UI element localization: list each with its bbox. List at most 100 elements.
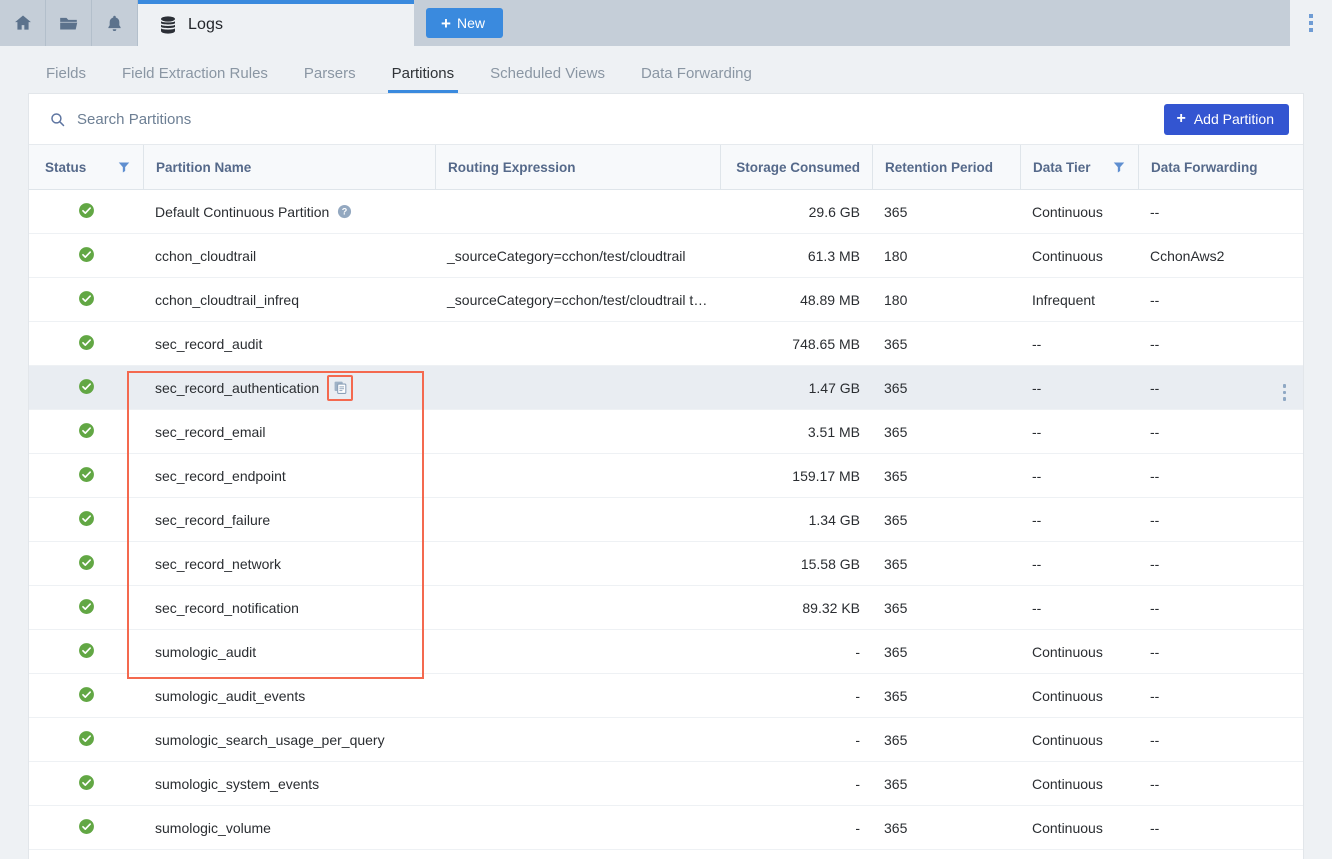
- cell-actions: [1266, 806, 1303, 850]
- home-icon[interactable]: [0, 0, 46, 46]
- cell-partition-name: sec_record_network: [143, 542, 435, 586]
- cell-status: [29, 410, 143, 454]
- filter-icon[interactable]: [1112, 160, 1126, 174]
- cell-data-tier: --: [1020, 454, 1138, 498]
- cell-data-tier: --: [1020, 498, 1138, 542]
- cell-status: [29, 454, 143, 498]
- tab-logs[interactable]: Logs: [138, 0, 414, 46]
- tab-field-extraction-rules[interactable]: Field Extraction Rules: [104, 65, 286, 93]
- cell-storage-consumed: 29.6 GB: [720, 190, 872, 234]
- cell-data-forwarding: CchonAws2: [1138, 234, 1266, 278]
- table-row[interactable]: sumologic_volume -365Continuous--: [29, 806, 1303, 850]
- cell-status: [29, 498, 143, 542]
- cell-routing-expression: _sourceCategory=cchon/test/cloudtrail: [435, 234, 720, 278]
- filter-icon[interactable]: [117, 160, 131, 174]
- cell-partition-name: sumologic_volume: [143, 806, 435, 850]
- cell-status: [29, 278, 143, 322]
- partition-name-text: cchon_cloudtrail: [155, 248, 256, 264]
- table-row[interactable]: sumologic_system_events -365Continuous--: [29, 762, 1303, 806]
- folder-icon[interactable]: [46, 0, 92, 46]
- table-row[interactable]: sumologic_search_usage_per_query -365Con…: [29, 718, 1303, 762]
- table-row[interactable]: sec_record_email 3.51 MB365----: [29, 410, 1303, 454]
- cell-retention-period: 365: [872, 630, 1020, 674]
- cell-storage-consumed: 748.65 MB: [720, 322, 872, 366]
- row-actions-menu[interactable]: [1283, 384, 1287, 401]
- cell-retention-period: 365: [872, 366, 1020, 410]
- partition-name-text: sumologic_volume: [155, 820, 271, 836]
- column-header-retention-period[interactable]: Retention Period: [872, 145, 1020, 190]
- table-row[interactable]: sumologic_audit -365Continuous--: [29, 630, 1303, 674]
- cell-data-forwarding: --: [1138, 718, 1266, 762]
- tab-partitions[interactable]: Partitions: [374, 65, 473, 93]
- cell-data-tier: --: [1020, 366, 1138, 410]
- status-ok-icon: [78, 642, 95, 659]
- cell-actions: [1266, 278, 1303, 322]
- copy-partition-icon[interactable]: [327, 375, 353, 401]
- cell-storage-consumed: 1.34 GB: [720, 498, 872, 542]
- table-row[interactable]: sec_record_endpoint 159.17 MB365----: [29, 454, 1303, 498]
- cell-data-forwarding: --: [1138, 806, 1266, 850]
- partition-name-text: sec_record_endpoint: [155, 468, 286, 484]
- column-header-routing-expression[interactable]: Routing Expression: [435, 145, 720, 190]
- table-row[interactable]: Default Continuous Partition ? 29.6 GB36…: [29, 190, 1303, 234]
- table-row[interactable]: sec_record_notification 89.32 KB365----: [29, 586, 1303, 630]
- tab-scheduled-views[interactable]: Scheduled Views: [472, 65, 623, 93]
- status-ok-icon: [78, 334, 95, 351]
- search-container: [49, 111, 1164, 128]
- cell-retention-period: 365: [872, 498, 1020, 542]
- status-ok-icon: [78, 818, 95, 835]
- tab-parsers[interactable]: Parsers: [286, 65, 374, 93]
- cell-data-tier: Infrequent: [1020, 278, 1138, 322]
- cell-routing-expression: [435, 498, 720, 542]
- cell-routing-expression: _sourceCategory=cchon/test/cloudtrail ti…: [435, 278, 720, 322]
- partition-name-text: Default Continuous Partition: [155, 204, 329, 220]
- search-input[interactable]: [77, 111, 497, 128]
- cell-status: [29, 366, 143, 410]
- status-ok-icon: [78, 202, 95, 219]
- table-row[interactable]: sumologic_audit_events -365Continuous--: [29, 674, 1303, 718]
- column-header-status[interactable]: Status: [29, 145, 143, 190]
- tab-fields[interactable]: Fields: [28, 65, 104, 93]
- bell-icon[interactable]: [92, 0, 138, 46]
- cell-actions: [1266, 498, 1303, 542]
- cell-storage-consumed: 3.51 MB: [720, 410, 872, 454]
- cell-actions: [1266, 190, 1303, 234]
- partitions-table: Status Partition Name: [29, 145, 1303, 850]
- cell-routing-expression: [435, 630, 720, 674]
- cell-storage-consumed: 15.58 GB: [720, 542, 872, 586]
- cell-status: [29, 718, 143, 762]
- application-window: Logs + New Fields Field Extraction Rules…: [0, 0, 1332, 859]
- column-header-partition-name[interactable]: Partition Name: [143, 145, 435, 190]
- cell-status: [29, 322, 143, 366]
- cell-status: [29, 762, 143, 806]
- add-partition-label: Add Partition: [1194, 111, 1274, 127]
- status-ok-icon: [78, 466, 95, 483]
- cell-actions: [1266, 542, 1303, 586]
- overflow-menu-icon[interactable]: [1290, 0, 1332, 46]
- cell-routing-expression: [435, 806, 720, 850]
- svg-text:?: ?: [342, 207, 348, 217]
- cell-status: [29, 542, 143, 586]
- table-row[interactable]: sec_record_failure 1.34 GB365----: [29, 498, 1303, 542]
- new-button-label: New: [457, 15, 485, 31]
- cell-routing-expression: [435, 718, 720, 762]
- table-row[interactable]: sec_record_audit 748.65 MB365----: [29, 322, 1303, 366]
- table-row[interactable]: cchon_cloudtrail_infreq _sourceCategory=…: [29, 278, 1303, 322]
- table-header-row: Status Partition Name: [29, 145, 1303, 190]
- cell-routing-expression: [435, 366, 720, 410]
- cell-partition-name: sumologic_audit: [143, 630, 435, 674]
- add-partition-button[interactable]: + Add Partition: [1164, 104, 1289, 135]
- search-icon: [49, 111, 66, 128]
- table-row[interactable]: sec_record_network 15.58 GB365----: [29, 542, 1303, 586]
- cell-routing-expression: [435, 542, 720, 586]
- table-row[interactable]: sec_record_authentication 1.47 GB365----: [29, 366, 1303, 410]
- tab-data-forwarding[interactable]: Data Forwarding: [623, 65, 770, 93]
- column-header-data-forwarding[interactable]: Data Forwarding: [1138, 145, 1266, 190]
- cell-actions: [1266, 366, 1303, 410]
- cell-data-forwarding: --: [1138, 190, 1266, 234]
- column-header-storage-consumed[interactable]: Storage Consumed: [720, 145, 872, 190]
- column-header-data-tier[interactable]: Data Tier: [1020, 145, 1138, 190]
- help-icon[interactable]: ?: [337, 204, 352, 219]
- table-row[interactable]: cchon_cloudtrail _sourceCategory=cchon/t…: [29, 234, 1303, 278]
- new-button[interactable]: + New: [426, 8, 503, 38]
